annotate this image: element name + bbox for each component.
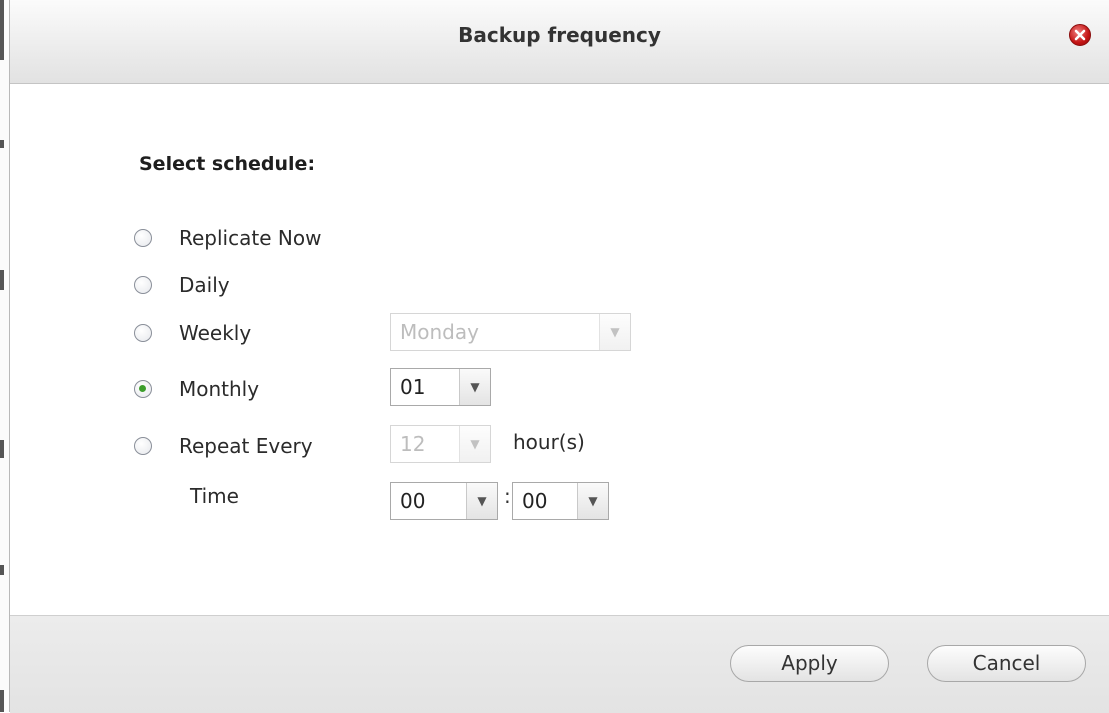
radio-button[interactable] [134, 276, 152, 294]
radio-label: Daily [179, 273, 230, 297]
chevron-down-icon[interactable]: ▼ [459, 426, 490, 462]
select-value: Monday [400, 320, 479, 344]
time-label: Time [190, 484, 239, 508]
close-icon[interactable] [1069, 24, 1091, 46]
background-edge-mark [0, 565, 4, 575]
chevron-down-icon[interactable]: ▼ [577, 483, 608, 519]
select-value: 00 [522, 489, 548, 513]
select-value: 00 [400, 489, 426, 513]
select-schedule-label: Select schedule: [139, 153, 316, 175]
radio-label: Weekly [179, 321, 252, 345]
repeat-hours-select[interactable]: 12 ▼ [390, 425, 491, 463]
radio-option-daily[interactable]: Daily [134, 270, 230, 300]
apply-button[interactable]: Apply [730, 645, 889, 682]
radio-option-monthly[interactable]: Monthly [134, 374, 259, 404]
chevron-down-icon[interactable]: ▼ [466, 483, 497, 519]
cancel-button[interactable]: Cancel [927, 645, 1086, 682]
backup-frequency-dialog: Backup frequency Select schedule: Replic… [9, 0, 1109, 713]
radio-button[interactable] [134, 380, 152, 398]
radio-label: Replicate Now [179, 226, 322, 250]
radio-button[interactable] [134, 229, 152, 247]
select-value: 12 [400, 432, 426, 456]
time-minute-select[interactable]: 00 ▼ [512, 482, 609, 520]
monthly-day-select[interactable]: 01 ▼ [390, 368, 491, 406]
background-edge-mark [0, 270, 4, 290]
radio-button[interactable] [134, 324, 152, 342]
chevron-down-icon[interactable]: ▼ [459, 369, 490, 405]
background-edge-mark [0, 440, 4, 458]
radio-button[interactable] [134, 437, 152, 455]
radio-label: Monthly [179, 377, 260, 401]
radio-option-weekly[interactable]: Weekly [134, 318, 251, 348]
background-edge-mark [0, 690, 4, 712]
select-value: 01 [400, 375, 426, 399]
repeat-unit-label: hour(s) [513, 430, 585, 454]
background-edge-mark [0, 140, 4, 148]
time-separator: : [504, 484, 511, 508]
background-edge-mark [0, 0, 4, 60]
radio-option-replicate-now[interactable]: Replicate Now [134, 223, 321, 253]
time-hour-select[interactable]: 00 ▼ [390, 482, 498, 520]
dialog-title: Backup frequency [458, 23, 661, 47]
chevron-down-icon[interactable]: ▼ [599, 314, 630, 350]
radio-option-repeat-every[interactable]: Repeat Every [134, 431, 313, 461]
radio-label: Repeat Every [179, 434, 313, 458]
weekly-day-select[interactable]: Monday ▼ [390, 313, 631, 351]
dialog-footer: Apply Cancel [10, 615, 1109, 713]
dialog-titlebar: Backup frequency [10, 0, 1109, 84]
